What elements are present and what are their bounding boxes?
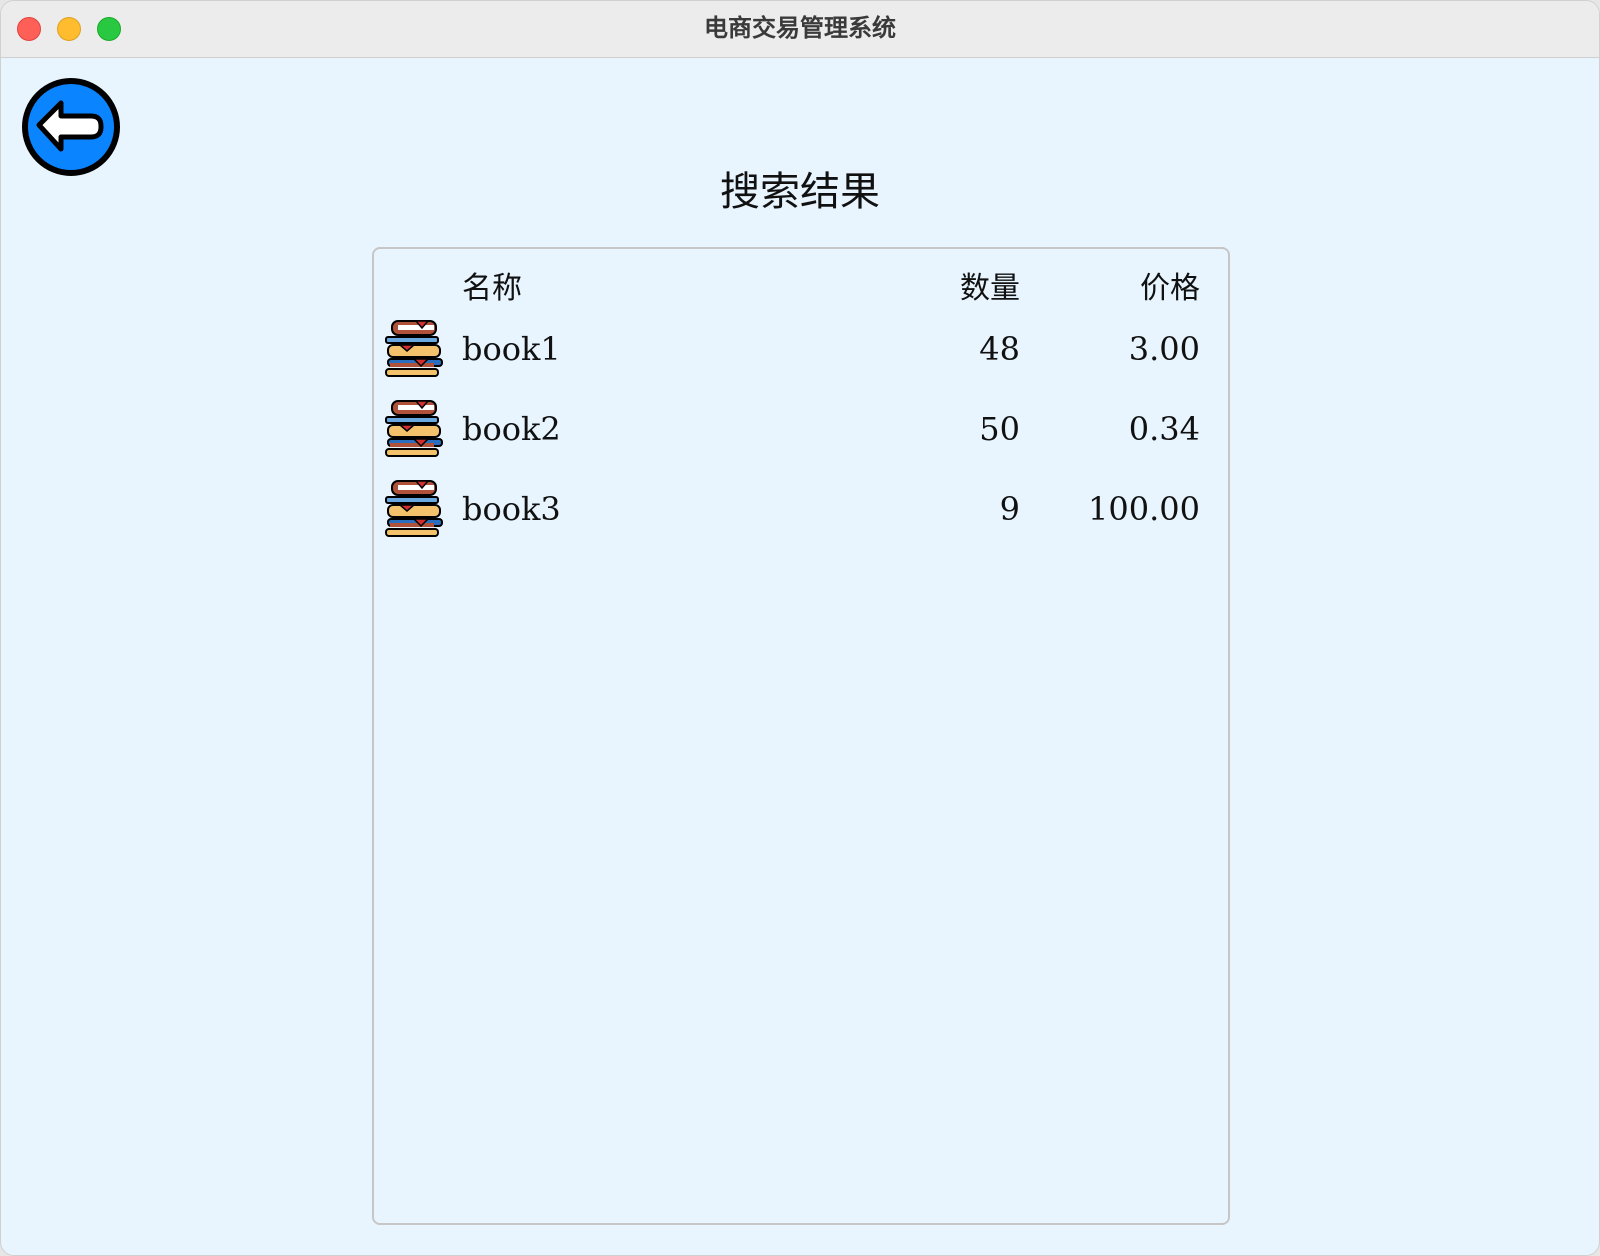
product-price: 100.00	[1088, 490, 1200, 528]
column-header-price[interactable]: 价格	[1140, 269, 1200, 309]
page-title: 搜索结果	[720, 169, 880, 215]
column-header-quantity[interactable]: 数量	[960, 269, 1020, 309]
product-name: book1	[462, 330, 561, 368]
book-stack-icon	[385, 400, 443, 457]
product-name: book3	[462, 490, 561, 528]
product-quantity: 50	[979, 410, 1020, 448]
table-row[interactable]: book2 50 0.34	[374, 397, 1228, 461]
product-price: 3.00	[1128, 330, 1200, 368]
book-stack-icon	[385, 480, 443, 537]
product-quantity: 9	[999, 490, 1020, 528]
app-window: 电商交易管理系统 搜索结果 名称 数量 价格 book1 48 3.00 boo…	[0, 0, 1600, 1256]
book-stack-icon	[385, 320, 443, 377]
product-price: 0.34	[1128, 410, 1200, 448]
product-quantity: 48	[979, 330, 1020, 368]
product-name: book2	[462, 410, 561, 448]
table-row[interactable]: book1 48 3.00	[374, 317, 1228, 381]
column-header-name[interactable]: 名称	[462, 269, 522, 309]
title-bar: 电商交易管理系统	[1, 1, 1599, 58]
window-title: 电商交易管理系统	[704, 14, 896, 42]
results-table: 名称 数量 价格 book1 48 3.00 book2 50 0.34 boo…	[372, 247, 1230, 1225]
table-row[interactable]: book3 9 100.00	[374, 477, 1228, 541]
